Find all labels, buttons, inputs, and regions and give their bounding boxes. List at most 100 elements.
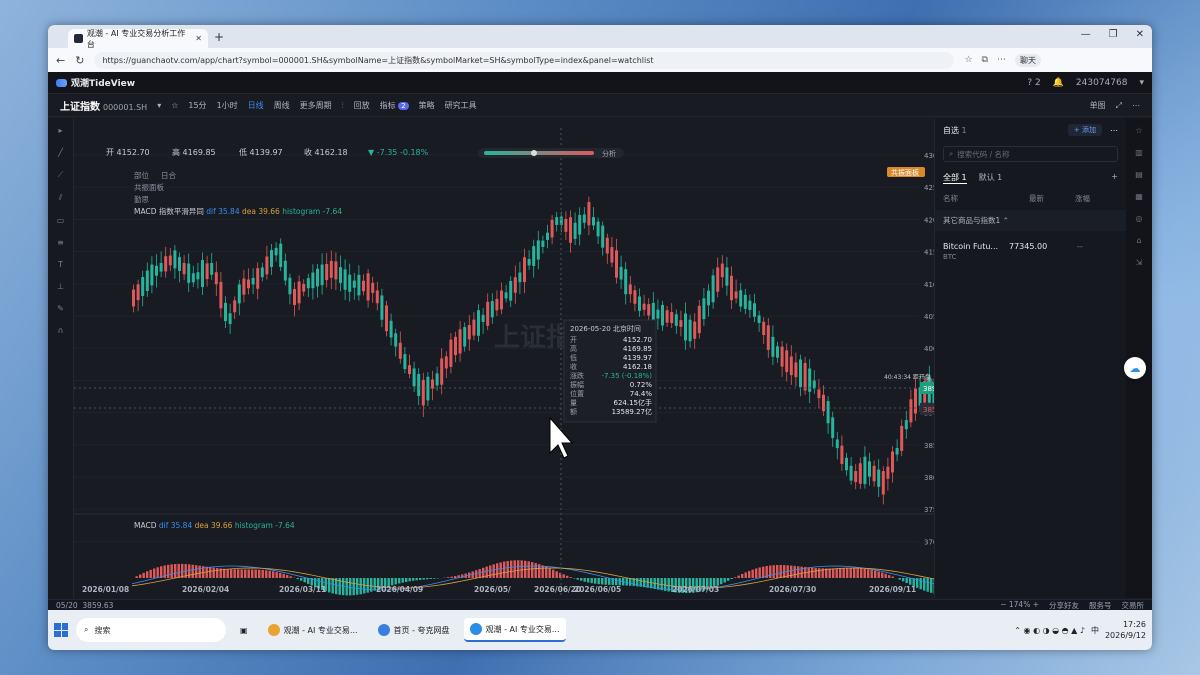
tf-daily[interactable]: 日线 [248,100,264,111]
fullscreen-icon[interactable]: ⤢ [1116,101,1122,111]
candle-body [532,246,536,267]
tooltip-label: 额 [570,407,577,416]
extensions-icon[interactable]: ⧉ [982,55,988,65]
taskbar-search[interactable]: ⌕ 搜索 [76,618,226,642]
col-name[interactable]: 名称 [943,193,1029,204]
clock[interactable]: 17:26 2026/9/12 [1105,619,1146,641]
news-icon[interactable]: ▤ [1135,170,1143,179]
maximize-icon[interactable]: ❐ [1109,29,1118,40]
help-icon[interactable]: ? 2 [1027,78,1040,88]
rect-tool-icon[interactable]: ▭ [57,216,65,225]
tf-1h[interactable]: 1小时 [217,100,238,111]
macd-bar [779,564,782,578]
brush-tool-icon[interactable]: ✎ [57,304,64,313]
watchlist-group[interactable]: 其它商品与指数1 ⌃ [935,210,1126,231]
task-view-icon[interactable]: ▣ [234,618,254,642]
tf-more[interactable]: 更多周期 [300,100,332,111]
share-button[interactable]: 分享好友 [1049,600,1079,611]
chevron-down-icon[interactable]: ▾ [157,101,161,110]
research-button[interactable]: 研究工具 [445,100,477,111]
row-sub: BTC [943,253,957,261]
cloud-widget-icon[interactable]: ☁ [1124,357,1146,379]
tf-15m[interactable]: 15分 [188,100,206,111]
macd-legend[interactable]: MACD 指数平滑异同 dif 35.84 dea 39.66 histogra… [134,206,342,216]
candle-body [739,290,743,307]
text-tool-icon[interactable]: T [58,260,63,269]
slider-thumb[interactable] [531,150,537,156]
taskbar-app[interactable]: 观潮 - AI 专业交易... [262,618,364,642]
chevron-down-icon[interactable]: ▾ [1139,78,1144,88]
tf-weekly[interactable]: 周线 [274,100,290,111]
macd-bar [720,578,723,585]
col-change[interactable]: 涨幅 [1075,193,1090,204]
windows-start-icon[interactable] [54,623,68,637]
more-icon[interactable]: ⋯ [1132,101,1140,110]
minimize-icon[interactable]: — [1081,29,1091,40]
close-tab-icon[interactable]: ✕ [195,34,202,43]
candle-body [872,465,876,482]
legend-item[interactable]: 日合 [161,170,176,180]
ime-indicator[interactable]: 中 [1091,625,1099,636]
candle-body [408,365,411,375]
chart-icon[interactable]: ▥ [1135,148,1143,157]
indicator-button[interactable]: 指标 2 [380,100,409,111]
legend-item[interactable]: 勤思 [134,194,149,204]
date-tick: 2026/06/05 [574,585,621,594]
ray-tool-icon[interactable]: ⟋ [58,170,64,180]
lock-icon[interactable]: ⌂ [1136,236,1141,245]
more-icon[interactable]: ⋯ [997,55,1006,65]
measure-tool-icon[interactable]: ⊥ [57,282,64,291]
browser-tab[interactable]: 观潮 - AI 专业交易分析工作台 ✕ [68,29,208,49]
symbol-selector[interactable]: 上证指数 000001.SH [60,98,147,113]
taskbar-app-active[interactable]: 观潮 - AI 专业交易... [463,618,566,642]
price-chart[interactable]: 上证指数 4300.004250.004200.004150.004100.00… [74,118,934,598]
feedback-button[interactable]: 服务号 [1089,600,1112,611]
watchlist-icon[interactable]: ☆ [1135,126,1142,135]
back-icon[interactable]: ← [56,54,65,67]
candle-body [817,389,821,399]
fib-tool-icon[interactable]: ≡ [57,238,64,247]
url-text: https://guanchaotv.com/app/chart?symbol=… [102,55,654,65]
candle-body [845,457,848,471]
cursor-icon[interactable]: ▸ [58,126,62,135]
add-symbol-button[interactable]: + 添加 [1067,124,1102,136]
strategy-button[interactable]: 策略 [419,100,435,111]
watchlist-row[interactable]: Bitcoin Futu... BTC 77345.00 -- [935,234,1126,269]
tray-icons[interactable]: ⌃ ◉ ◐ ◑ ◒ ◓ ▲ ♪ [1014,626,1085,635]
new-tab-icon[interactable]: + [214,30,224,44]
logo-icon [56,78,67,87]
calendar-icon[interactable]: ▦ [1135,192,1143,201]
favorite-icon[interactable]: ☆ [171,101,178,110]
close-window-icon[interactable]: ✕ [1136,29,1144,40]
export-icon[interactable]: ⇲ [1136,258,1143,267]
line-tool-icon[interactable]: ╱ [58,148,63,157]
tooltip-value: 4152.70 [623,336,652,344]
magnet-icon[interactable]: ∩ [58,326,64,335]
account-id[interactable]: 243074768 [1076,78,1128,88]
replay-button[interactable]: 回放 [354,100,370,111]
exchange-button[interactable]: 交易所 [1122,600,1145,611]
star-icon[interactable]: ☆ [964,55,972,65]
profile-button[interactable]: 聊天 [1014,53,1041,67]
zoom-control[interactable]: − 174% + [1000,600,1039,611]
macd-bar [433,578,436,579]
app-logo[interactable]: 观潮TideView [56,76,135,89]
tab-all[interactable]: 全部 1 [943,172,967,184]
alert-icon[interactable]: ◎ [1136,214,1143,223]
taskbar-app[interactable]: 首页 - 夸克网盘 [372,618,456,642]
add-list-icon[interactable]: + [1111,172,1118,184]
col-last[interactable]: 最新 [1029,193,1075,204]
refresh-icon[interactable]: ↻ [75,54,84,67]
tab-default[interactable]: 默认 1 [979,172,1003,184]
legend-item[interactable]: 共振面板 [134,182,164,192]
bell-icon[interactable]: 🔔 [1053,78,1064,88]
layout-button[interactable]: 单图 [1090,100,1106,111]
chart-type-icon[interactable]: ⫶ [342,101,344,111]
watchlist-search[interactable]: ⌕ 搜索代码 / 名称 [943,146,1118,162]
more-icon[interactable]: ⋯ [1110,126,1118,135]
legend-item[interactable]: 部位 [134,170,149,180]
price-tick: 4250.00 [924,184,934,192]
candle-body [757,315,761,323]
url-field[interactable]: https://guanchaotv.com/app/chart?symbol=… [94,51,955,69]
channel-tool-icon[interactable]: ⫽ [59,193,63,203]
